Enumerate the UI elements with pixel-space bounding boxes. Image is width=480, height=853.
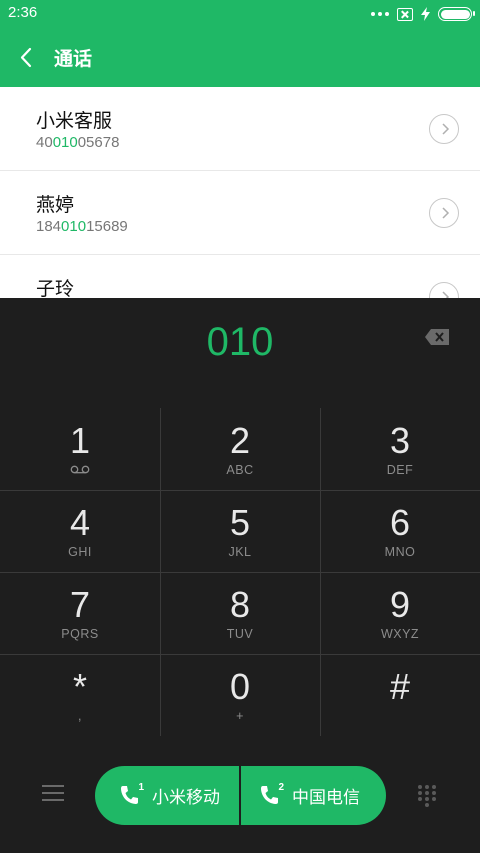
key-9[interactable]: 9 WXYZ (320, 572, 480, 654)
keypad-divider (0, 572, 480, 573)
keypad-divider (0, 490, 480, 491)
no-sim-icon (397, 7, 413, 21)
key-5[interactable]: 5 JKL (160, 490, 320, 572)
contact-number: 4001005678 (36, 134, 120, 151)
key-star[interactable]: * , (0, 654, 160, 736)
keypad: 1 2 ABC 3 DEF 4 GHI 5 JKL 6 MNO 7 PQRS 8… (0, 408, 480, 736)
contact-row[interactable]: 小米客服 4001005678 (0, 87, 480, 171)
contact-number: 18401015689 (36, 218, 128, 235)
call-sim1-button[interactable]: 1 小米移动 (95, 766, 239, 825)
battery-icon (438, 7, 475, 21)
key-3[interactable]: 3 DEF (320, 408, 480, 490)
key-hash[interactable]: # (320, 654, 480, 736)
chevron-right-icon (442, 291, 450, 298)
key-4[interactable]: 4 GHI (0, 490, 160, 572)
app-bar: 通话 (0, 28, 480, 87)
key-7[interactable]: 7 PQRS (0, 572, 160, 654)
phone-sim2-icon: 2 (260, 782, 284, 807)
back-arrow-icon (20, 47, 32, 68)
contact-detail-button[interactable] (429, 282, 459, 298)
contact-row[interactable]: 子玲 (0, 255, 480, 298)
key-2[interactable]: 2 ABC (160, 408, 320, 490)
contact-detail-button[interactable] (429, 114, 459, 144)
call-sim1-label: 小米移动 (152, 788, 220, 808)
dialed-number: 010 (206, 320, 274, 364)
voicemail-icon (70, 465, 90, 474)
contact-detail-button[interactable] (429, 198, 459, 228)
contact-name: 子玲 (36, 278, 75, 298)
backspace-icon (425, 329, 449, 345)
call-sim2-button[interactable]: 2 中国电信 (241, 766, 386, 825)
status-time: 2:36 (8, 4, 38, 21)
contact-name: 燕婷 (36, 194, 75, 216)
menu-icon (42, 785, 64, 787)
key-0[interactable]: 0 + (160, 654, 320, 736)
status-bar: 2:36 (0, 0, 480, 28)
chevron-right-icon (442, 123, 450, 135)
back-button[interactable] (12, 42, 44, 74)
call-bar: 1 小米移动 2 中国电信 (0, 736, 480, 853)
keypad-divider (0, 654, 480, 655)
chevron-right-icon (442, 207, 450, 219)
status-icons (371, 6, 475, 22)
key-6[interactable]: 6 MNO (320, 490, 480, 572)
dial-display: 010 (0, 298, 480, 408)
contact-name: 小米客服 (36, 110, 113, 132)
key-1[interactable]: 1 (0, 408, 160, 490)
contact-list: 小米客服 4001005678 燕婷 18401015689 子玲 (0, 87, 480, 298)
key-8[interactable]: 8 TUV (160, 572, 320, 654)
keypad-toggle-button[interactable] (417, 784, 437, 808)
call-sim2-label: 中国电信 (292, 788, 360, 808)
menu-button[interactable] (42, 785, 64, 803)
backspace-button[interactable] (424, 328, 450, 346)
charging-icon (421, 7, 430, 21)
dialpad-icon (418, 785, 436, 807)
phone-sim1-icon: 1 (120, 782, 144, 807)
contact-row[interactable]: 燕婷 18401015689 (0, 171, 480, 255)
page-title: 通话 (54, 48, 93, 70)
more-notifications-icon (371, 12, 389, 16)
